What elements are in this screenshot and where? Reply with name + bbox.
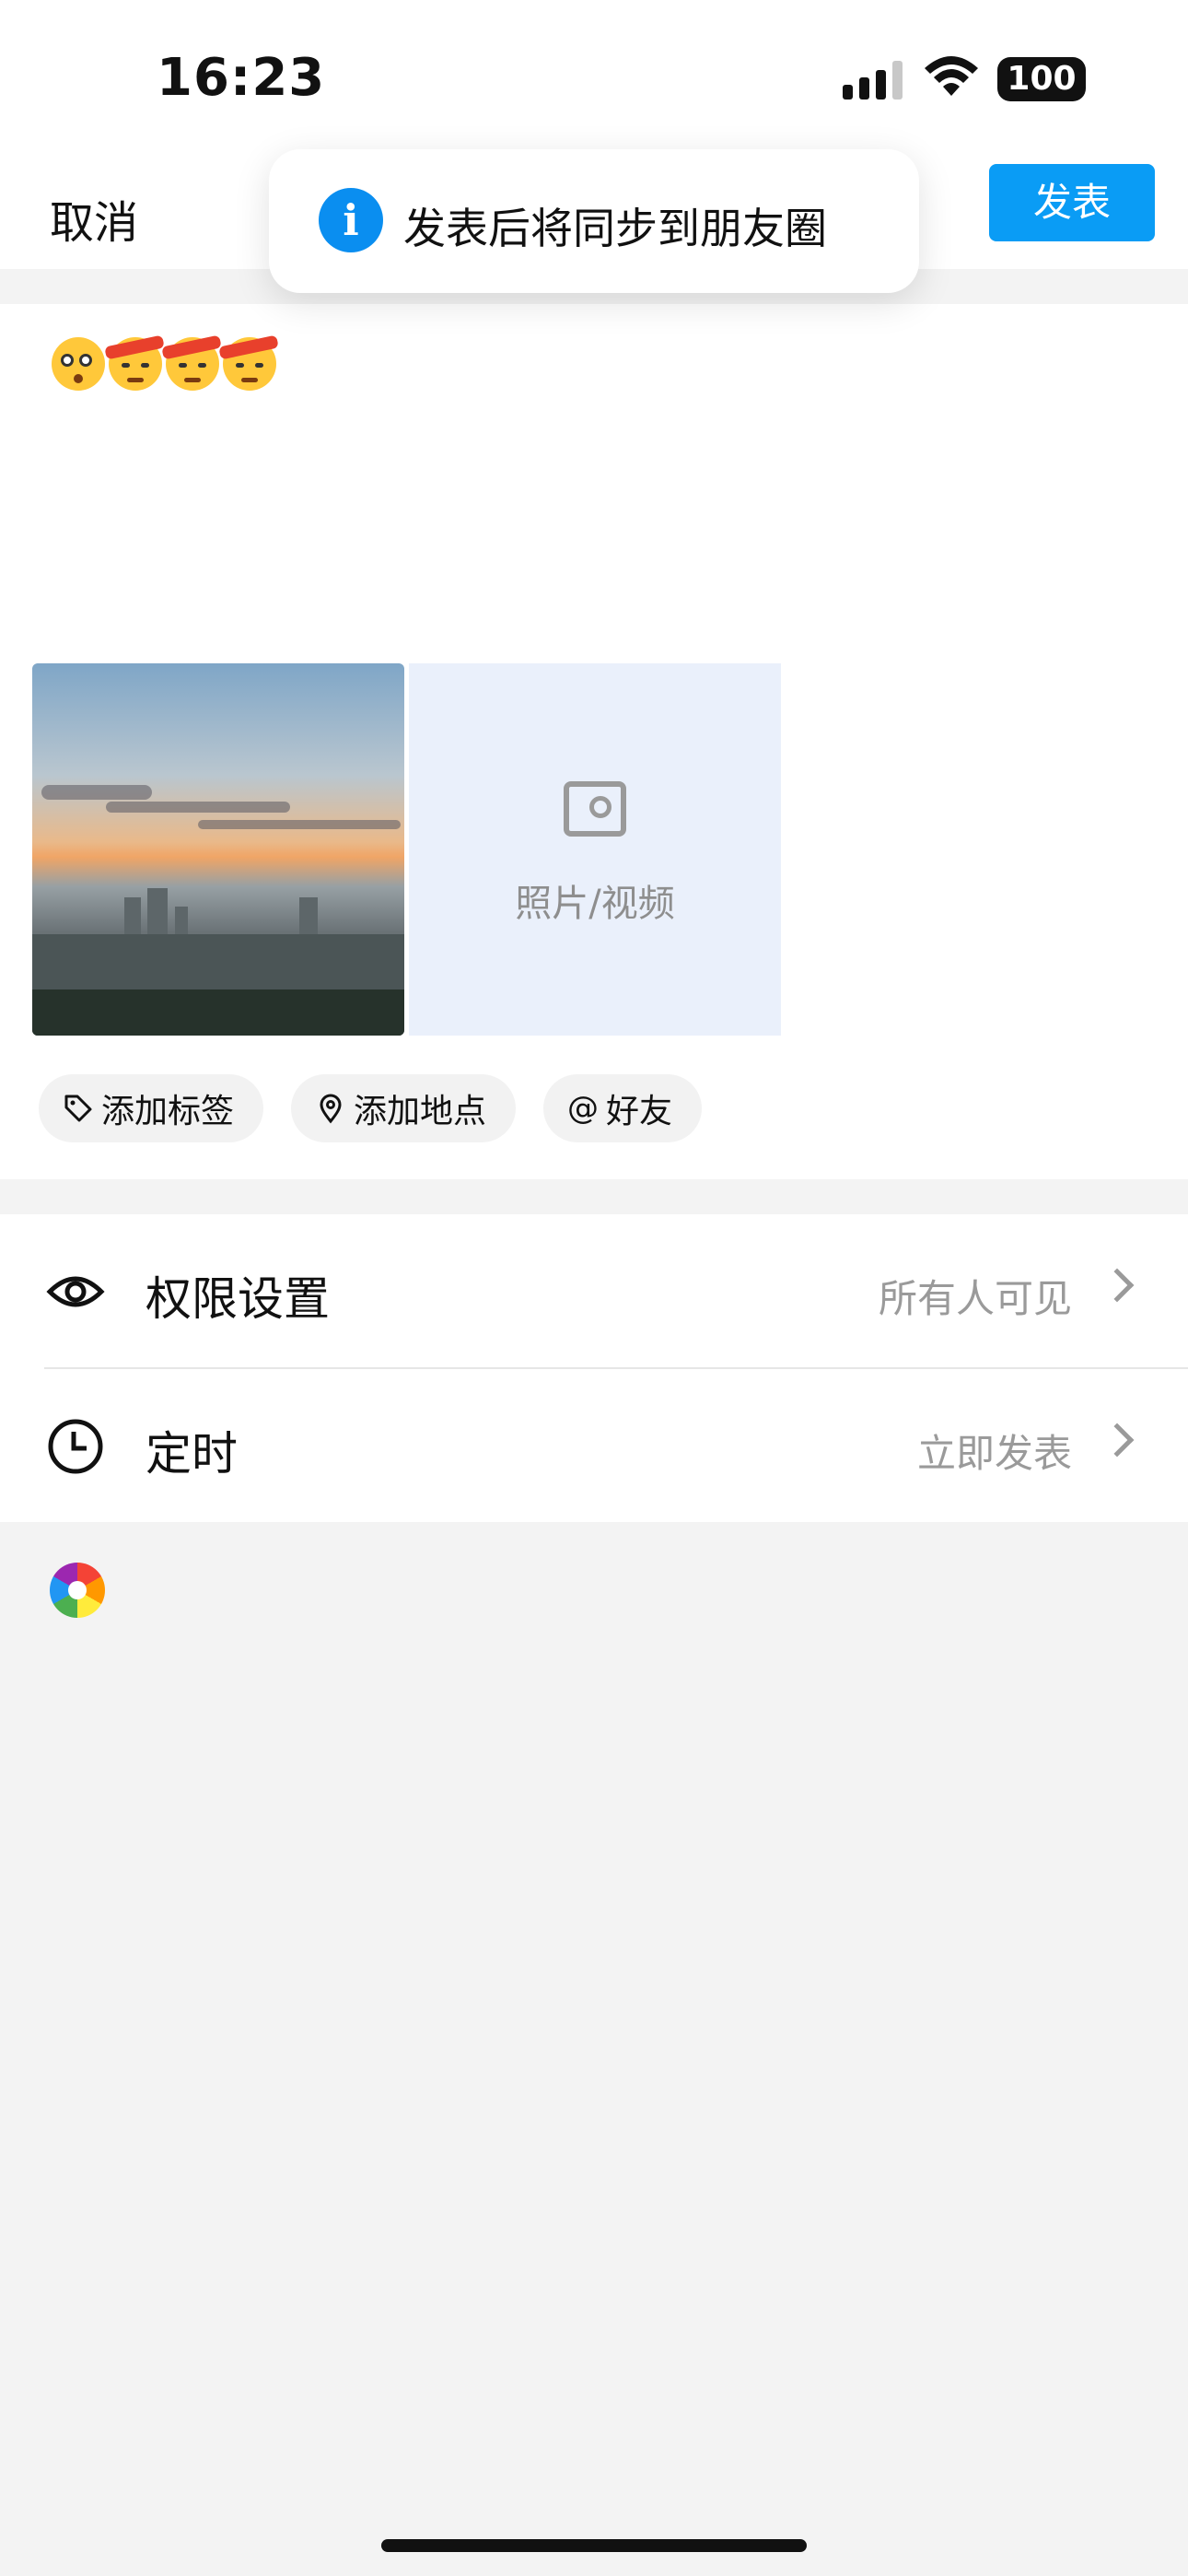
permission-settings-label: 权限设置 <box>146 1272 330 1326</box>
app-logo-icon <box>50 1563 105 1618</box>
schedule-value: 立即发表 <box>916 1431 1072 1476</box>
angry-headband-emoji <box>104 334 165 391</box>
add-location-label: 添加地点 <box>354 1093 487 1130</box>
chevron-right-icon <box>1100 1268 1135 1303</box>
cancel-button[interactable]: 取消 <box>50 186 138 251</box>
permission-settings-value: 所有人可见 <box>878 1276 1072 1321</box>
at-icon: @ <box>567 1090 600 1127</box>
post-text[interactable] <box>52 334 279 391</box>
battery-indicator: 100 <box>997 57 1086 101</box>
post-options-chips: 添加标签 添加地点 @ 好友 <box>39 1074 703 1142</box>
mention-friends-label: 好友 <box>606 1093 673 1130</box>
eye-icon <box>46 1276 105 1307</box>
flushed-face-emoji <box>52 337 105 391</box>
add-photo-video-button[interactable]: 照片/视频 <box>409 663 781 1036</box>
add-tag-chip[interactable]: 添加标签 <box>39 1074 264 1142</box>
add-tag-label: 添加标签 <box>101 1093 235 1130</box>
battery-cap <box>1078 71 1085 88</box>
home-indicator[interactable] <box>381 2539 807 2552</box>
selected-photo-thumbnail[interactable] <box>32 663 404 1036</box>
cellular-signal-icon <box>843 59 903 100</box>
settings-list: 权限设置 所有人可见 定时 立即发表 <box>0 1214 1188 1522</box>
schedule-label: 定时 <box>146 1427 238 1481</box>
toast-message: 发表后将同步到朋友圈 <box>403 204 827 253</box>
sync-toast: i 发表后将同步到朋友圈 <box>269 149 919 293</box>
chevron-right-icon <box>1100 1423 1135 1458</box>
location-pin-icon <box>320 1094 342 1124</box>
image-icon <box>564 781 626 837</box>
status-bar: 16:23 100 <box>0 0 1188 147</box>
status-time: 16:23 <box>157 48 326 108</box>
mention-friends-chip[interactable]: @ 好友 <box>543 1074 703 1142</box>
add-media-label: 照片/视频 <box>515 883 675 925</box>
wifi-icon <box>925 56 978 96</box>
info-icon: i <box>319 188 383 252</box>
post-composer: 照片/视频 添加标签 添加地点 @ 好友 <box>0 304 1188 1179</box>
angry-headband-emoji <box>161 334 222 391</box>
add-location-chip[interactable]: 添加地点 <box>291 1074 517 1142</box>
tag-icon <box>64 1095 92 1122</box>
publish-button[interactable]: 发表 <box>989 164 1155 241</box>
schedule-row[interactable]: 定时 立即发表 <box>0 1369 1188 1522</box>
clock-icon <box>48 1419 103 1474</box>
angry-headband-emoji <box>218 334 279 391</box>
permission-settings-row[interactable]: 权限设置 所有人可见 <box>0 1214 1188 1369</box>
